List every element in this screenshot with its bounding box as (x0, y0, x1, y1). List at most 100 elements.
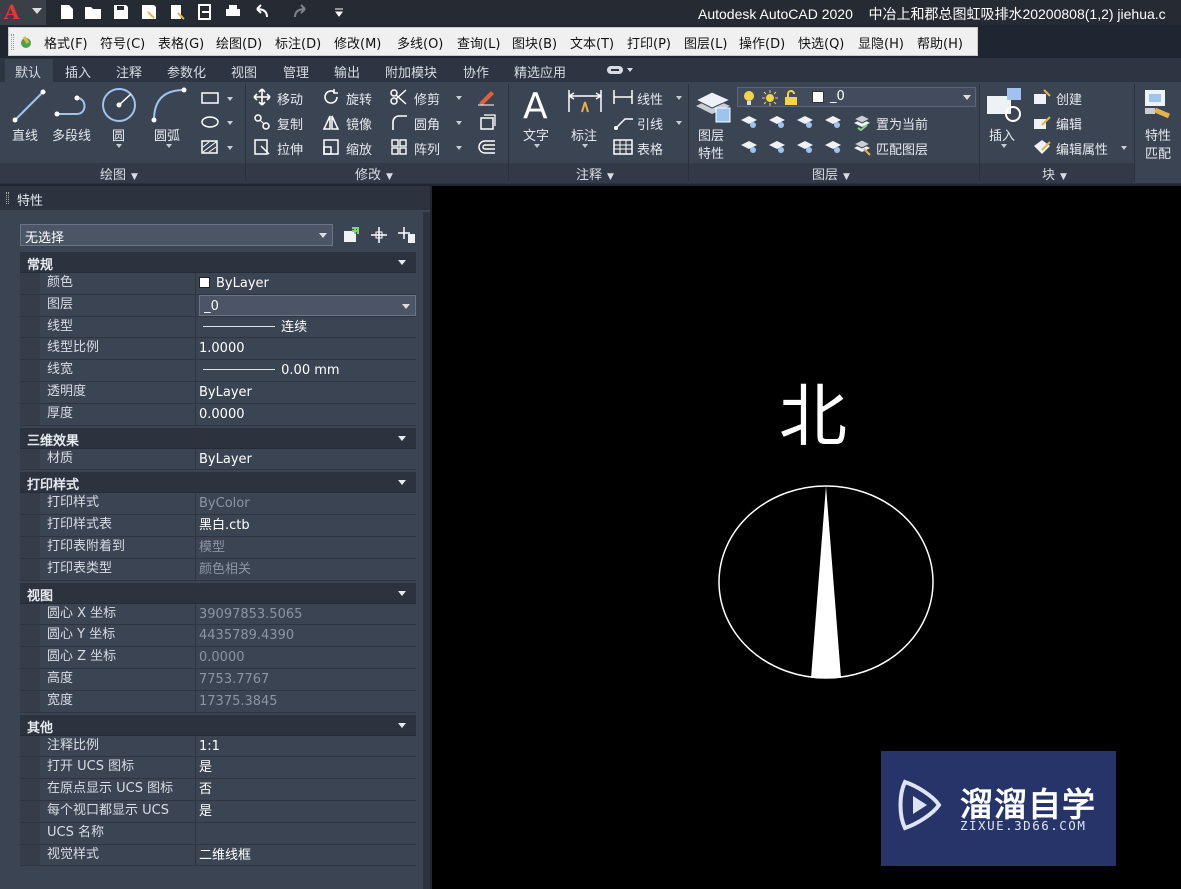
chevron-down-icon[interactable] (456, 146, 462, 150)
menu-dimension[interactable]: 标注(D) (275, 33, 321, 52)
property-row-linetype-scale[interactable]: 线型比例 1.0000 (20, 338, 416, 361)
menu-block[interactable]: 图块(B) (512, 33, 557, 52)
property-row-plot-style-table[interactable]: 打印样式表 黑白.ctb (20, 515, 416, 537)
property-row-color[interactable]: 颜色 ByLayer (20, 273, 416, 295)
customize-quick-access-icon[interactable] (330, 3, 348, 21)
export-icon[interactable] (196, 3, 214, 21)
chevron-down-icon[interactable] (582, 144, 588, 148)
property-row-ucs-icon-origin[interactable]: 在原点显示 UCS 图标否 (20, 779, 416, 801)
rotate-icon[interactable] (322, 88, 340, 106)
chevron-down-icon[interactable] (398, 480, 406, 486)
set-current-label[interactable]: 置为当前 (876, 114, 928, 133)
property-row-material[interactable]: 材质 ByLayer (20, 448, 416, 471)
linear-label[interactable]: 线性 (637, 89, 663, 108)
chevron-down-icon[interactable] (456, 121, 462, 125)
line-label[interactable]: 直线 (12, 125, 38, 144)
menu-multiline[interactable]: 多线(O) (397, 33, 443, 52)
array-label[interactable]: 阵列 (414, 139, 440, 158)
chevron-down-icon[interactable] (398, 590, 406, 596)
property-row-layer[interactable]: 图层 _0 (20, 294, 416, 317)
rectangle-icon[interactable] (200, 90, 222, 106)
category-misc[interactable]: 其他 (20, 714, 416, 736)
chevron-down-icon[interactable] (166, 144, 172, 148)
annotation-panel-title[interactable]: 注释 ▼ (576, 164, 614, 183)
category-general[interactable]: 常规 (20, 252, 416, 273)
stretch-icon[interactable] (253, 138, 271, 156)
layer-properties-label-line1[interactable]: 图层 (698, 125, 724, 144)
table-icon[interactable] (612, 138, 634, 156)
line-icon[interactable] (11, 88, 47, 124)
property-value[interactable]: 二维线框 (199, 845, 416, 866)
menu-symbol[interactable]: 符号(C) (100, 33, 145, 52)
modify-panel-title[interactable]: 修改 ▼ (355, 164, 393, 183)
property-value[interactable]: ByLayer (199, 382, 416, 403)
menu-plot[interactable]: 打印(P) (627, 33, 671, 52)
match-layer-label[interactable]: 匹配图层 (876, 139, 928, 158)
mirror-icon[interactable] (322, 113, 340, 131)
tab-view[interactable]: 视图 (231, 62, 257, 81)
rotate-label[interactable]: 旋转 (346, 89, 372, 108)
property-row-annotation-scale[interactable]: 注释比例 1:1 (20, 735, 416, 758)
insert-block-icon[interactable] (985, 86, 1025, 124)
tab-featured-apps[interactable]: 精选应用 (514, 62, 566, 81)
category-view[interactable]: 视图 (20, 582, 416, 604)
match-properties-label-line1[interactable]: 特性 (1145, 125, 1171, 144)
edit-label[interactable]: 编辑 (1056, 114, 1082, 133)
copy-label[interactable]: 复制 (277, 114, 303, 133)
polyline-icon[interactable] (54, 90, 94, 124)
menu-modify[interactable]: 修改(M) (334, 33, 381, 52)
move-label[interactable]: 移动 (277, 89, 303, 108)
set-current-layer-icon[interactable] (852, 113, 872, 132)
property-value[interactable]: 黑白.ctb (199, 515, 416, 536)
scale-label[interactable]: 缩放 (346, 139, 372, 158)
tab-annotate[interactable]: 注释 (116, 62, 142, 81)
property-value[interactable]: 1.0000 (199, 338, 416, 359)
block-panel-title[interactable]: 块 ▼ (1042, 164, 1067, 183)
match-properties-label-line2[interactable]: 匹配 (1145, 143, 1171, 162)
tab-collaborate[interactable]: 协作 (463, 62, 489, 81)
explode-icon[interactable] (477, 113, 497, 131)
stretch-label[interactable]: 拉伸 (277, 139, 303, 158)
menu-operation[interactable]: 操作(D) (739, 33, 785, 52)
application-menu-button[interactable]: A (0, 0, 46, 25)
chevron-down-icon[interactable] (1001, 144, 1007, 148)
match-layer-icon[interactable] (852, 138, 872, 156)
palette-grip[interactable] (6, 192, 9, 204)
toolbar-grip[interactable] (11, 34, 14, 50)
edit-attributes-icon[interactable] (1032, 138, 1052, 156)
array-icon[interactable] (390, 138, 408, 156)
chevron-down-icon[interactable] (398, 722, 406, 728)
property-value[interactable]: 是 (199, 801, 416, 822)
leader-label[interactable]: 引线 (637, 114, 663, 133)
ribbon-minimize-toggle-icon[interactable] (606, 64, 636, 76)
property-value[interactable]: 连续 (199, 317, 416, 338)
plot-icon[interactable] (224, 3, 242, 21)
layer-tools-icon-grid[interactable] (739, 112, 849, 158)
property-value[interactable]: 0.0000 (199, 404, 416, 425)
chevron-down-icon[interactable] (402, 303, 410, 309)
category-plot-style[interactable]: 打印样式 (20, 472, 416, 494)
undo-icon[interactable] (252, 3, 270, 21)
layer-select[interactable]: _0 (199, 294, 416, 316)
table-label[interactable]: 表格 (637, 139, 663, 158)
erase-icon[interactable] (476, 88, 496, 106)
property-row-ucs-per-viewport[interactable]: 每个视口都显示 UCS 是 (20, 800, 416, 823)
property-value[interactable]: 1:1 (199, 736, 416, 757)
menu-draw[interactable]: 绘图(D) (216, 33, 262, 52)
hatch-icon[interactable] (200, 114, 222, 130)
layer-properties-icon[interactable] (694, 86, 732, 124)
chevron-down-icon[interactable] (456, 96, 462, 100)
chevron-down-icon[interactable] (398, 435, 406, 441)
menu-query[interactable]: 查询(L) (457, 33, 500, 52)
tab-parametric[interactable]: 参数化 (167, 62, 206, 81)
arc-icon[interactable] (150, 86, 188, 124)
plugin-toolbar-icon[interactable] (18, 34, 34, 50)
leader-icon[interactable] (612, 113, 634, 131)
scale-icon[interactable] (322, 138, 340, 156)
tab-manage[interactable]: 管理 (283, 62, 309, 81)
move-icon[interactable] (253, 88, 271, 106)
publish-icon[interactable] (168, 3, 186, 21)
dimension-icon[interactable] (566, 88, 604, 124)
chevron-down-icon[interactable] (676, 121, 682, 125)
chevron-down-icon[interactable] (116, 144, 122, 148)
